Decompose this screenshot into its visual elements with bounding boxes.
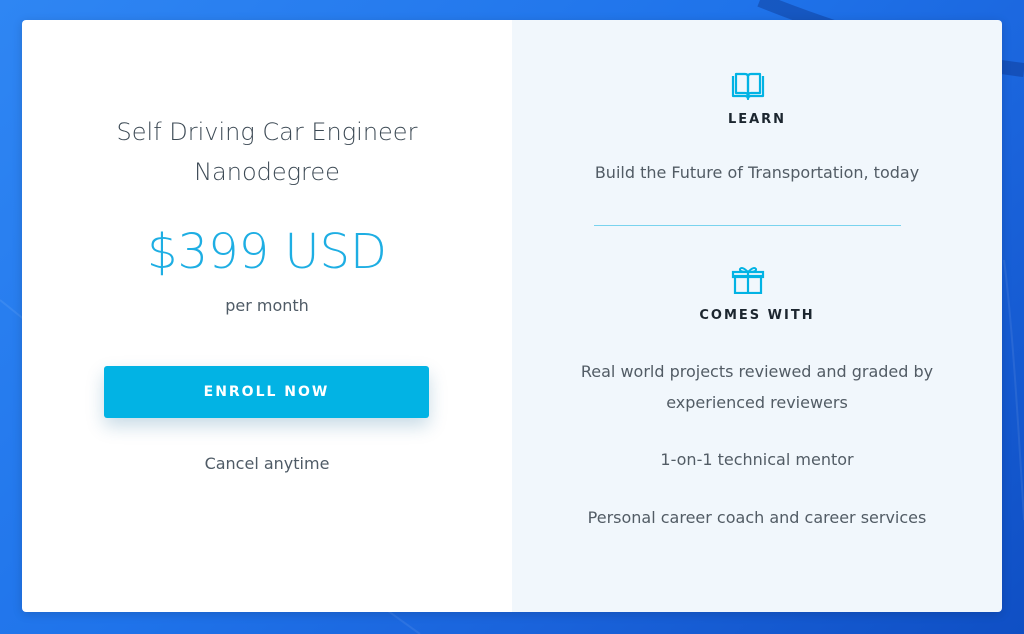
comes-with-item: Real world projects reviewed and graded … — [580, 362, 934, 412]
gift-icon — [731, 267, 765, 294]
learn-heading: LEARN — [727, 112, 787, 127]
enroll-now-button[interactable]: ENROLL NOW — [104, 366, 429, 418]
cancel-anytime-text: Cancel anytime — [204, 454, 330, 473]
comes-with-item: 1-on-1 technical mentor — [660, 450, 854, 469]
details-panel: LEARN Build the Future of Transportation… — [512, 20, 1002, 612]
book-icon — [731, 72, 765, 100]
comes-with-item: Personal career coach and career service… — [587, 508, 927, 527]
comes-with-heading: COMES WITH — [699, 308, 815, 323]
section-divider — [594, 225, 901, 226]
pricing-panel: Self Driving Car Engineer Nanodegree $39… — [22, 20, 512, 612]
learn-description: Build the Future of Transportation, toda… — [594, 163, 920, 182]
pricing-card: Self Driving Car Engineer Nanodegree $39… — [22, 20, 1002, 612]
program-price: $399 USD — [147, 224, 387, 280]
billing-period: per month — [225, 296, 309, 315]
program-title: Self Driving Car Engineer Nanodegree — [116, 118, 418, 186]
